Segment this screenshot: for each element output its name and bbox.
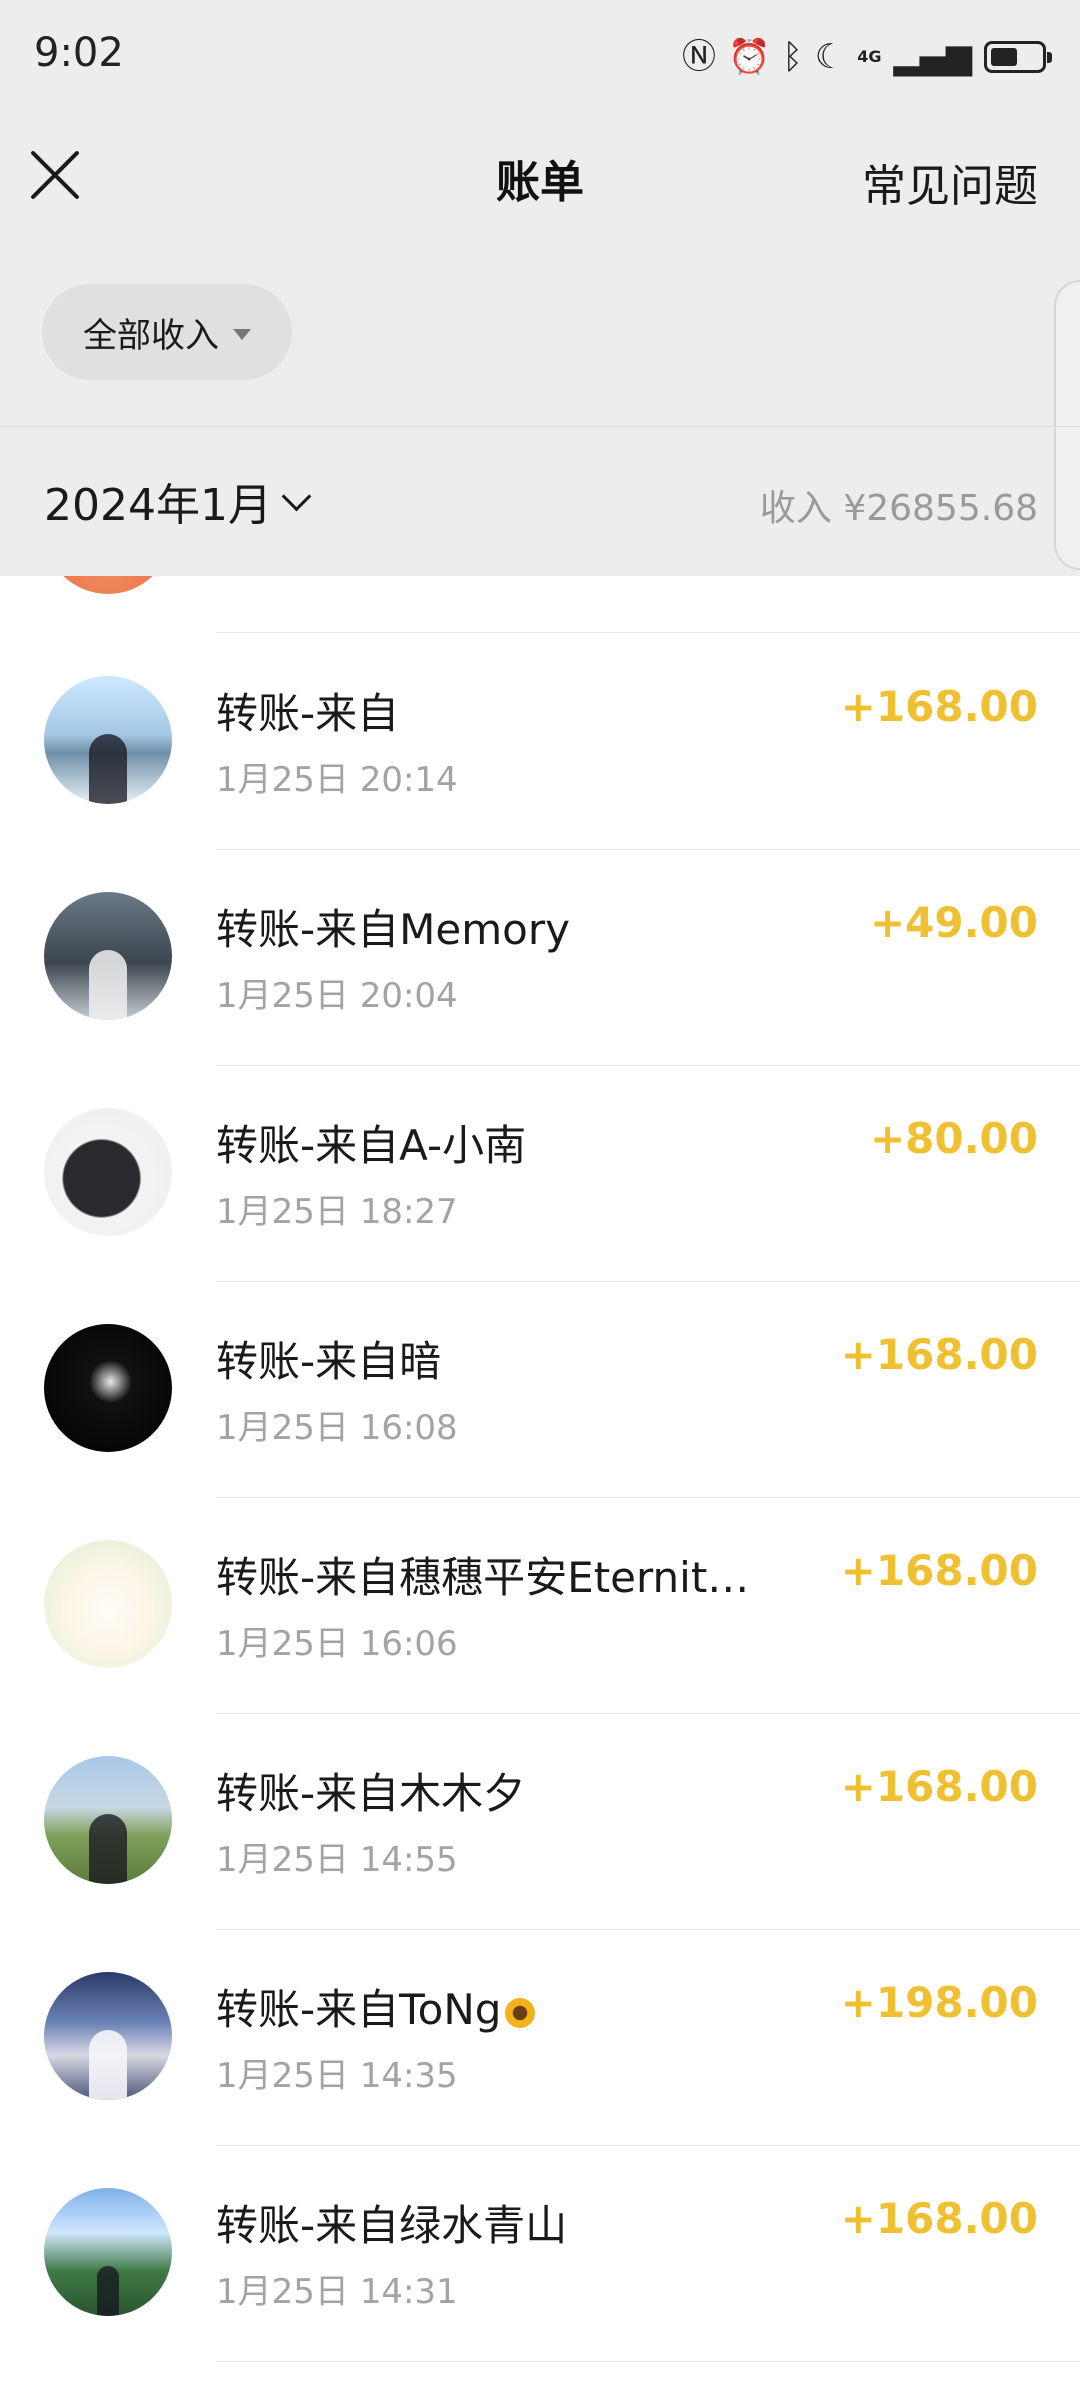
list-item[interactable]: 转账-来自ToNg 1月25日 14:35 +198.00 [0,1930,1080,2146]
caret-down-icon [233,328,251,340]
transaction-time: 1月25日 20:04 [216,976,458,1016]
nfc-icon: Ⓝ [682,37,717,77]
transaction-amount: +168.00 [840,2194,1038,2243]
list-item[interactable]: 转账-来自A-小南 1月25日 18:27 +80.00 [0,1066,1080,1282]
list-item[interactable]: 转账-来自Memory 1月25日 20:04 +49.00 [0,850,1080,1066]
avatar [44,576,172,594]
transaction-list[interactable]: 转账-来自 1月25日 20:14 +168.00 转账-来自Memory 1月… [0,576,1080,2400]
avatar [44,676,172,804]
list-item[interactable]: 转账-来自木木夕 1月25日 14:55 +168.00 [0,1714,1080,1930]
transaction-title: 转账-来自 [216,689,400,738]
transaction-time: 1月25日 14:31 [216,2272,458,2312]
transaction-amount: +49.00 [869,898,1038,947]
status-icons: Ⓝ ⏰ ᛒ ☾ 4G ▂▄▆ [682,30,1052,84]
avatar [44,1756,172,1884]
avatar [44,892,172,1020]
nav-bar: 账单 常见问题 [0,116,1080,236]
bluetooth-icon: ᛒ [782,37,803,77]
list-item[interactable]: 转账-来自暗 1月25日 16:08 +168.00 [0,1282,1080,1498]
transaction-amount: +168.00 [840,1762,1038,1811]
transaction-title: 转账-来自暗 [216,1337,442,1386]
divider [216,632,1080,633]
transaction-title-text: 转账-来自ToNg [216,1985,502,2034]
avatar [44,1972,172,2100]
transaction-amount: +168.00 [840,682,1038,731]
list-item[interactable]: 转账-来自穗穗平安Eternit… 1月25日 16:06 +168.00 [0,1498,1080,1714]
month-selector[interactable]: 2024年1月 [44,469,312,533]
battery-icon [984,41,1052,73]
income-total: 收入 ¥26855.68 [759,488,1038,529]
transaction-title: 转账-来自木木夕 [216,1769,526,1818]
transaction-time: 1月25日 16:06 [216,1624,458,1664]
filter-label: 全部收入 [83,315,219,356]
month-label: 2024年1月 [44,480,272,531]
filter-dropdown[interactable]: 全部收入 [42,284,292,380]
status-time: 9:02 [34,30,124,76]
avatar [44,2188,172,2316]
transaction-title: 转账-来自ToNg [216,1976,816,2037]
transaction-title: 转账-来自穗穗平安Eternit… [216,1553,750,1602]
transaction-amount: +198.00 [840,1978,1038,2027]
chevron-down-icon [281,481,312,511]
list-item[interactable]: 转账-来自 1月25日 20:14 +168.00 [0,634,1080,850]
avatar [44,1540,172,1668]
moon-icon: ☾ [814,37,846,77]
alarm-icon: ⏰ [728,37,771,77]
transaction-amount: +168.00 [840,1546,1038,1595]
transaction-title: 转账-来自绿水青山 [216,2201,568,2250]
transaction-time: 1月25日 14:35 [216,2056,458,2096]
faq-link[interactable]: 常见问题 [862,150,1038,214]
sunflower-icon [505,1997,536,2028]
transaction-title: 转账-来自Memory [216,905,570,954]
transaction-time: 1月25日 16:08 [216,1408,458,1448]
divider [216,2361,1080,2362]
network-type: 4G [857,47,882,66]
transaction-time: 1月25日 14:55 [216,1840,458,1880]
transaction-amount: +168.00 [840,1330,1038,1379]
transaction-title: 转账-来自A-小南 [216,1121,527,1170]
status-bar: 9:02 Ⓝ ⏰ ᛒ ☾ 4G ▂▄▆ [0,0,1080,116]
avatar [44,1324,172,1452]
transaction-time: 1月25日 20:14 [216,760,458,800]
avatar [44,1108,172,1236]
month-header: 2024年1月 收入 ¥26855.68 [0,426,1080,577]
list-item[interactable]: 转账-来自绿水青山 1月25日 14:31 +168.00 [0,2146,1080,2362]
signal-icon: ▂▄▆ [893,37,972,77]
transaction-amount: +80.00 [869,1114,1038,1163]
transaction-time: 1月25日 18:27 [216,1192,458,1232]
